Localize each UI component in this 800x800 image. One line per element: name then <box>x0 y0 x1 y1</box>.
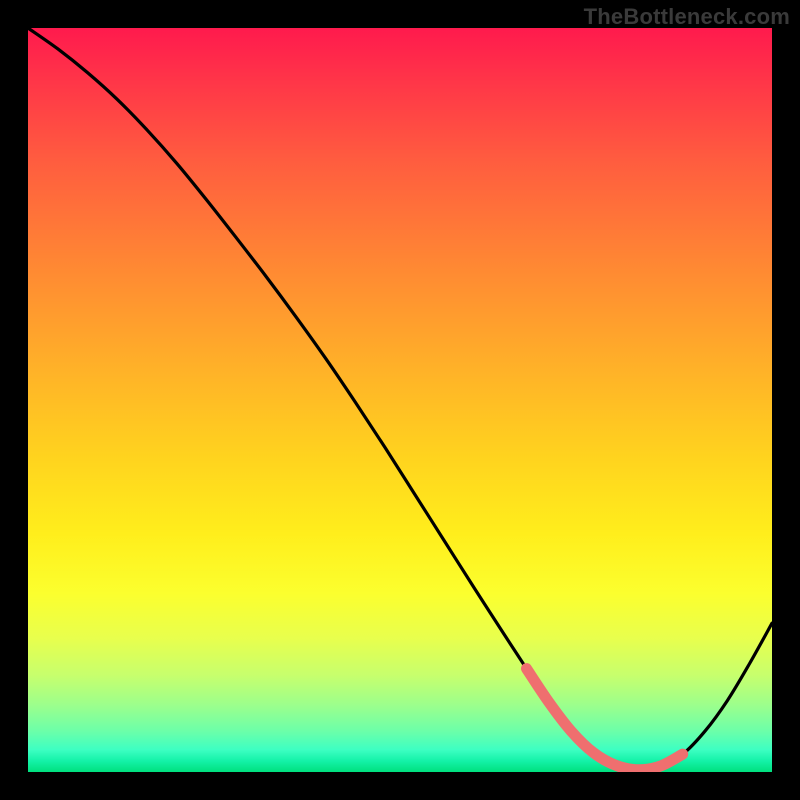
watermark-text: TheBottleneck.com <box>584 4 790 30</box>
bottleneck-curve <box>28 28 772 770</box>
bottleneck-curve-group <box>28 28 772 770</box>
optimal-range-highlight <box>526 669 682 770</box>
plot-area <box>28 28 772 772</box>
curve-svg <box>28 28 772 772</box>
chart-frame: TheBottleneck.com <box>0 0 800 800</box>
